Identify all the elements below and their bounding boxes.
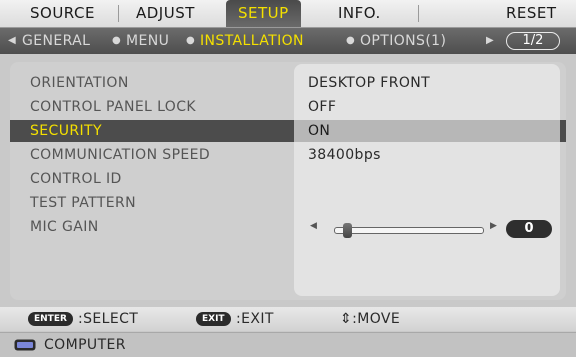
menu-item-value: 38400bps bbox=[308, 147, 381, 163]
page-indicator: 1/2 bbox=[506, 32, 560, 50]
move-hint: ⇕:MOVE bbox=[340, 311, 401, 327]
menu-row-control-id[interactable]: CONTROL ID bbox=[10, 168, 566, 190]
menu-item-label: CONTROL PANEL LOCK bbox=[30, 99, 196, 115]
sub-tab-bar: ◀ GENERAL ● MENU ● INSTALLATION ● OPTION… bbox=[0, 28, 576, 54]
tab-source[interactable]: SOURCE bbox=[30, 0, 95, 27]
menu-item-value: ON bbox=[308, 123, 331, 139]
osd-menu: SOURCE ADJUST SETUP INFO. RESET ◀ GENERA… bbox=[0, 0, 576, 357]
subtab-menu[interactable]: MENU bbox=[126, 28, 169, 54]
key-guide-bar: ENTER :SELECT EXIT :EXIT ⇕:MOVE bbox=[0, 307, 576, 331]
menu-item-label: ORIENTATION bbox=[30, 75, 129, 91]
increase-arrow-icon[interactable]: ▶ bbox=[490, 221, 497, 231]
computer-monitor-icon bbox=[14, 339, 36, 351]
left-arrow-icon[interactable]: ◀ bbox=[8, 28, 16, 54]
menu-row-control-panel-lock[interactable]: CONTROL PANEL LOCK OFF bbox=[10, 96, 566, 118]
menu-item-label: SECURITY bbox=[30, 123, 102, 139]
tab-divider bbox=[418, 5, 419, 22]
slider-knob[interactable] bbox=[342, 223, 352, 238]
value-cell: OFF bbox=[294, 96, 560, 118]
menu-item-label: COMMUNICATION SPEED bbox=[30, 147, 211, 163]
source-label: COMPUTER bbox=[44, 337, 126, 353]
slider-value: 0 bbox=[506, 220, 552, 238]
menu-item-label: CONTROL ID bbox=[30, 171, 122, 187]
tab-adjust[interactable]: ADJUST bbox=[136, 0, 195, 27]
menu-item-value: OFF bbox=[308, 99, 337, 115]
subtab-options[interactable]: OPTIONS(1) bbox=[360, 28, 446, 54]
select-hint: :SELECT bbox=[78, 311, 139, 327]
enter-key-badge: ENTER bbox=[28, 312, 73, 326]
menu-item-value: DESKTOP FRONT bbox=[308, 75, 431, 91]
right-arrow-icon[interactable]: ▶ bbox=[486, 28, 494, 54]
tab-reset[interactable]: RESET bbox=[506, 0, 557, 27]
bullet-icon: ● bbox=[346, 35, 355, 46]
main-tab-bar: SOURCE ADJUST SETUP INFO. RESET bbox=[0, 0, 576, 28]
exit-key-badge: EXIT bbox=[196, 312, 231, 326]
menu-row-test-pattern[interactable]: TEST PATTERN bbox=[10, 192, 566, 214]
source-bar: COMPUTER bbox=[0, 332, 576, 357]
value-cell: DESKTOP FRONT bbox=[294, 72, 560, 94]
exit-hint: :EXIT bbox=[236, 311, 274, 327]
value-cell: 38400bps bbox=[294, 144, 560, 166]
tab-info[interactable]: INFO. bbox=[338, 0, 381, 27]
menu-row-security[interactable]: SECURITY ON bbox=[10, 120, 566, 142]
bullet-icon: ● bbox=[112, 35, 121, 46]
slider-track[interactable] bbox=[334, 223, 484, 238]
settings-panel: ORIENTATION DESKTOP FRONT CONTROL PANEL … bbox=[10, 62, 566, 300]
subtab-general[interactable]: GENERAL bbox=[22, 28, 90, 54]
tab-setup[interactable]: SETUP bbox=[226, 0, 301, 27]
menu-row-orientation[interactable]: ORIENTATION DESKTOP FRONT bbox=[10, 72, 566, 94]
menu-item-label: TEST PATTERN bbox=[30, 195, 137, 211]
bullet-icon: ● bbox=[186, 35, 195, 46]
mic-gain-slider[interactable]: ◀ ▶ 0 bbox=[310, 218, 560, 240]
tab-divider bbox=[118, 5, 119, 22]
value-cell: ON bbox=[294, 120, 560, 142]
subtab-installation[interactable]: INSTALLATION bbox=[200, 28, 304, 54]
menu-item-label: MIC GAIN bbox=[30, 219, 99, 235]
menu-row-communication-speed[interactable]: COMMUNICATION SPEED 38400bps bbox=[10, 144, 566, 166]
decrease-arrow-icon[interactable]: ◀ bbox=[310, 221, 317, 231]
